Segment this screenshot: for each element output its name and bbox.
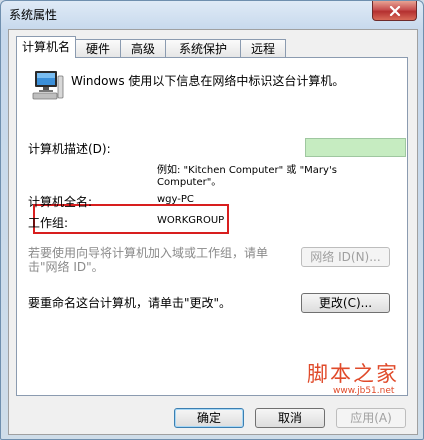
dialog-client-area: 计算机名 硬件 高级 系统保护 远程 Windows 使用以下信息在网络中标识这…: [8, 29, 418, 435]
example-text-line2: Computer"。: [157, 177, 222, 188]
tab-computer-name[interactable]: 计算机名: [16, 36, 76, 58]
tab-hardware[interactable]: 硬件: [75, 39, 121, 57]
change-button[interactable]: 更改(C)...: [301, 293, 390, 313]
workgroup-value: WORKGROUP: [157, 215, 225, 226]
tab-system-protection[interactable]: 系统保护: [165, 39, 241, 57]
tab-advanced[interactable]: 高级: [120, 39, 166, 57]
tab-remote[interactable]: 远程: [240, 39, 286, 57]
watermark-logo: 脚本之家: [307, 362, 399, 386]
workgroup-label: 工作组:: [28, 216, 69, 230]
close-icon: [389, 5, 400, 16]
watermark-url: www.jb51.net: [333, 386, 395, 396]
wizard-text-line2: 击"网络 ID"。: [28, 260, 104, 274]
network-id-button[interactable]: 网络 ID(N)...: [301, 247, 390, 267]
title-bar[interactable]: 系统属性: [1, 1, 423, 27]
full-name-value: wgy-PC: [157, 194, 194, 205]
cancel-button[interactable]: 取消: [255, 408, 325, 428]
system-properties-window: 系统属性 计算机名 硬件 高级 系统保护 远程 Windows 使用以下信息在网…: [0, 0, 424, 440]
ok-button[interactable]: 确定: [174, 408, 244, 428]
computer-name-panel: Windows 使用以下信息在网络中标识这台计算机。 计算机描述(D): 例如:…: [16, 57, 408, 396]
window-title: 系统属性: [9, 8, 58, 22]
apply-button[interactable]: 应用(A): [336, 408, 406, 428]
rename-text: 要重命名这台计算机，请单击"更改"。: [28, 296, 232, 310]
intro-text: Windows 使用以下信息在网络中标识这台计算机。: [71, 74, 345, 88]
close-button[interactable]: [372, 1, 417, 21]
computer-icon: [32, 71, 64, 100]
description-label: 计算机描述(D):: [28, 142, 111, 156]
description-input[interactable]: [305, 138, 406, 157]
full-name-label: 计算机全名:: [28, 195, 93, 209]
